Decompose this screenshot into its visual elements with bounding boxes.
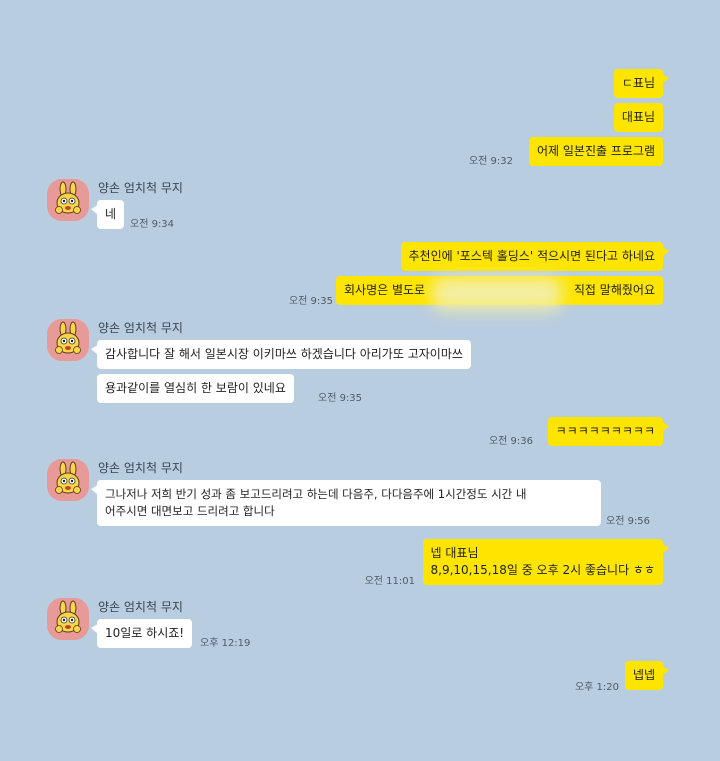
message-timestamp: 오후 12:19 xyxy=(200,638,251,649)
my-message-bubble[interactable]: 추천인에 '포스텍 홀딩스' 적으시면 된다고 하네요 xyxy=(400,242,670,271)
message-timestamp: 오전 9:56 xyxy=(606,516,651,527)
my-message-bubble[interactable]: 어제 일본진출 프로그램 xyxy=(528,137,663,166)
message-timestamp: 오전 9:32 xyxy=(468,156,513,167)
my-message-bubble[interactable]: ㅋㅋㅋㅋㅋㅋㅋㅋㅋ xyxy=(547,417,670,446)
sender-name: 양손 엄치척 무지 xyxy=(98,600,183,614)
their-message-bubble[interactable]: 네 xyxy=(90,200,125,229)
their-message-bubble[interactable]: 감사합니다 잘 해서 일본시장 이키마쓰 하겠습니다 아리가또 고자이마쓰 xyxy=(91,340,471,369)
rabbit-muzi-icon xyxy=(47,598,89,640)
rabbit-muzi-icon xyxy=(47,459,89,501)
message-timestamp: 오전 9:35 xyxy=(288,296,333,307)
message-timestamp: 오전 9:36 xyxy=(488,436,533,447)
message-text-line: 어주시면 대면보고 드리려고 합니다 xyxy=(105,504,275,518)
my-message-bubble[interactable]: 넵넵 xyxy=(624,661,670,690)
sender-name: 양손 엄치척 무지 xyxy=(98,181,183,195)
message-text-line: 8,9,10,15,18일 중 오후 2시 좋습니다 ㅎㅎ xyxy=(430,563,655,577)
message-timestamp: 오전 9:35 xyxy=(318,393,363,404)
message-text-line: 넵 대표님 xyxy=(430,546,479,560)
message-timestamp: 오전 11:01 xyxy=(364,576,415,587)
sender-name: 양손 엄치척 무지 xyxy=(98,461,183,475)
their-message-bubble[interactable]: 용과같이를 열심히 한 보람이 있네요 xyxy=(97,374,294,403)
sender-avatar[interactable] xyxy=(47,179,89,221)
message-text: 회사명은 별도로 xyxy=(344,283,426,297)
sender-avatar[interactable] xyxy=(47,459,89,501)
my-message-bubble[interactable]: 넵 대표님 8,9,10,15,18일 중 오후 2시 좋습니다 ㅎㅎ xyxy=(422,539,670,585)
their-message-bubble[interactable]: 그나저나 저희 반기 성과 좀 보고드리려고 하는데 다음주, 다다음주에 1시… xyxy=(91,480,601,526)
rabbit-muzi-icon xyxy=(47,319,89,361)
message-text: 직접 말해줬어요 xyxy=(573,283,655,297)
message-timestamp: 오후 1:20 xyxy=(574,682,619,693)
rabbit-muzi-icon xyxy=(47,179,89,221)
sender-avatar[interactable] xyxy=(47,319,89,361)
redacted-blur xyxy=(432,277,562,310)
sender-name: 양손 엄치척 무지 xyxy=(98,321,183,335)
their-message-bubble[interactable]: 10일로 하시죠! xyxy=(90,619,193,648)
my-message-bubble[interactable]: 대표님 xyxy=(613,103,663,132)
message-timestamp: 오전 9:34 xyxy=(130,219,175,230)
my-message-bubble[interactable]: ㄷ표님 xyxy=(613,69,670,98)
message-text-line: 그나저나 저희 반기 성과 좀 보고드리려고 하는데 다음주, 다다음주에 1시… xyxy=(105,487,527,501)
sender-avatar[interactable] xyxy=(47,598,89,640)
